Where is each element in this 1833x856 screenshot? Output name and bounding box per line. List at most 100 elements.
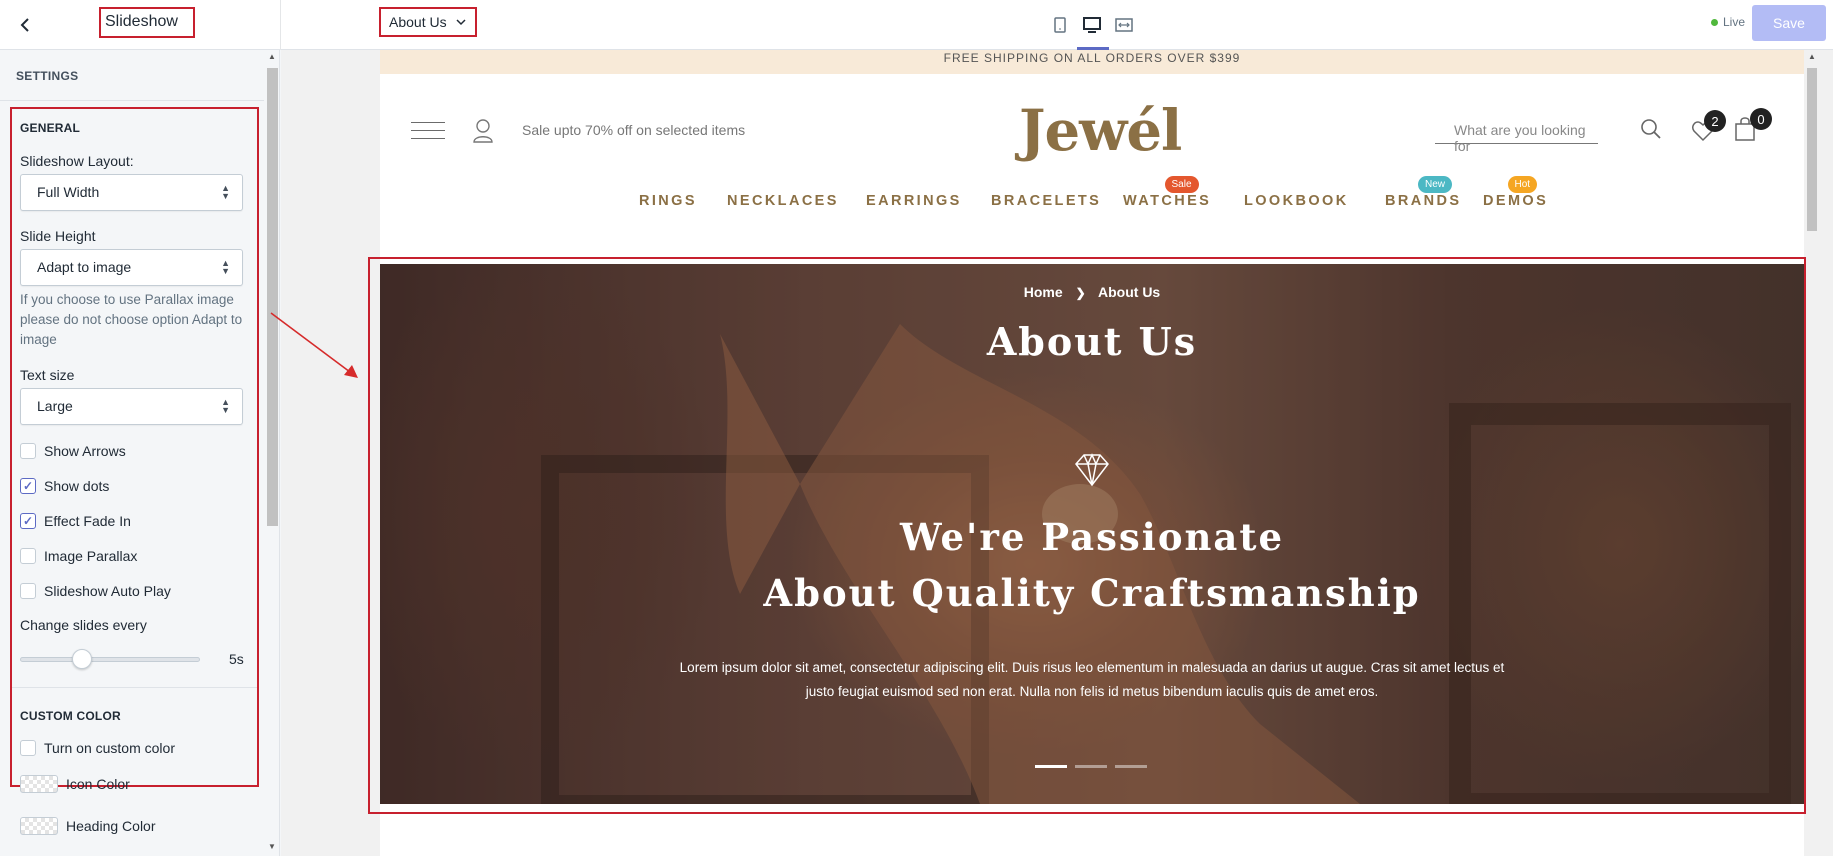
live-status: Live bbox=[1711, 15, 1745, 29]
nav-item-label: WATCHES bbox=[1123, 193, 1212, 209]
checkbox-label: Show dots bbox=[44, 478, 110, 494]
nav-item-watches[interactable]: WATCHES Sale bbox=[1123, 176, 1212, 209]
select-arrows-icon: ▲ ▼ bbox=[221, 258, 230, 276]
text-size-label: Text size bbox=[20, 367, 75, 383]
height-label: Slide Height bbox=[20, 228, 96, 244]
nav-item-label: BRANDS bbox=[1385, 193, 1462, 209]
checkbox-label: Image Parallax bbox=[44, 548, 138, 564]
scroll-thumb[interactable] bbox=[267, 68, 278, 526]
live-label: Live bbox=[1723, 15, 1746, 29]
checkbox-checked[interactable]: ✓ bbox=[20, 513, 36, 529]
divider bbox=[280, 0, 281, 50]
icon-color-picker[interactable]: Icon Color bbox=[20, 775, 130, 793]
store-logo[interactable]: Jewél bbox=[1019, 98, 1182, 164]
checkbox-row[interactable]: Slideshow Auto Play bbox=[20, 583, 171, 599]
checkbox-row[interactable]: Show Arrows bbox=[20, 443, 126, 459]
editor-topbar: Slideshow About Us Live Save bbox=[0, 0, 1833, 50]
nav-item-label: DEMOS bbox=[1483, 193, 1549, 209]
wishlist-count-badge: 2 bbox=[1704, 110, 1726, 132]
scroll-up-icon[interactable]: ▲ bbox=[268, 52, 276, 61]
settings-sidebar: SETTINGS GENERAL Slideshow Layout: Full … bbox=[0, 50, 280, 856]
general-heading: GENERAL bbox=[20, 121, 81, 135]
scroll-thumb[interactable] bbox=[1807, 68, 1817, 231]
cart-count-badge: 0 bbox=[1750, 108, 1772, 130]
slideshow-highlight bbox=[368, 257, 1806, 814]
nav-tag-badge: Hot bbox=[1507, 176, 1538, 193]
checkbox-row[interactable]: ✓ Show dots bbox=[20, 478, 109, 494]
text-size-select-value: Large bbox=[37, 398, 73, 414]
shipping-banner: FREE SHIPPING ON ALL ORDERS OVER $399 bbox=[380, 50, 1804, 74]
checkbox-label: Effect Fade In bbox=[44, 513, 131, 529]
text-size-select[interactable]: Large ▲ ▼ bbox=[20, 388, 243, 425]
annotation-arrow-icon bbox=[270, 312, 358, 378]
layout-label: Slideshow Layout: bbox=[20, 153, 134, 169]
nav-item-label: NECKLACES bbox=[727, 193, 839, 209]
height-help-text: If you choose to use Parallax image plea… bbox=[20, 292, 243, 347]
change-slides-label: Change slides every bbox=[20, 617, 147, 633]
menu-icon[interactable] bbox=[411, 122, 445, 140]
nav-item-brands[interactable]: BRANDS New bbox=[1385, 176, 1462, 209]
checkbox[interactable] bbox=[20, 583, 36, 599]
divider bbox=[0, 100, 264, 101]
nav-item-lookbook[interactable]: LOOKBOOK bbox=[1244, 193, 1349, 209]
slider-track bbox=[20, 657, 200, 662]
checkbox-label: Show Arrows bbox=[44, 443, 126, 459]
back-icon[interactable] bbox=[10, 10, 40, 40]
checkbox[interactable] bbox=[20, 443, 36, 459]
layout-select-value: Full Width bbox=[37, 184, 100, 200]
scroll-down-icon[interactable]: ▼ bbox=[268, 842, 276, 851]
nav-item-demos[interactable]: DEMOS Hot bbox=[1483, 176, 1549, 209]
section-title-highlight: Slideshow bbox=[99, 7, 195, 38]
search-icon[interactable] bbox=[1639, 117, 1663, 141]
user-icon[interactable] bbox=[472, 118, 494, 144]
checkbox-label: Slideshow Auto Play bbox=[44, 583, 171, 599]
sidebar-scrollbar[interactable]: ▲ ▼ bbox=[264, 50, 279, 856]
change-slides-value: 5s bbox=[229, 651, 244, 667]
promo-text: Sale upto 70% off on selected items bbox=[522, 122, 746, 138]
nav-item-bracelets[interactable]: BRACELETS bbox=[991, 193, 1101, 209]
section-title: Slideshow bbox=[105, 13, 178, 30]
custom-color-heading: CUSTOM COLOR bbox=[20, 709, 121, 723]
nav-item-earrings[interactable]: EARRINGS bbox=[866, 193, 962, 209]
custom-color-toggle[interactable]: Turn on custom color bbox=[20, 740, 175, 756]
checkbox[interactable] bbox=[20, 740, 36, 756]
desktop-icon[interactable] bbox=[1082, 10, 1102, 40]
nav-tag-badge: Sale bbox=[1164, 176, 1199, 193]
icon-color-label: Icon Color bbox=[66, 776, 130, 792]
preview-scrollbar[interactable]: ▲ bbox=[1804, 50, 1820, 856]
check-icon: ✓ bbox=[22, 479, 34, 493]
checkbox-checked[interactable]: ✓ bbox=[20, 478, 36, 494]
save-button[interactable]: Save bbox=[1752, 5, 1826, 41]
heading-color-picker[interactable]: Heading Color bbox=[20, 817, 156, 835]
height-select[interactable]: Adapt to image ▲ ▼ bbox=[20, 249, 243, 286]
slider-handle[interactable] bbox=[72, 649, 92, 669]
mobile-icon[interactable] bbox=[1050, 10, 1070, 40]
scroll-up-icon[interactable]: ▲ bbox=[1808, 52, 1816, 61]
fullscreen-icon[interactable] bbox=[1114, 10, 1134, 40]
heading-color-label: Heading Color bbox=[66, 818, 156, 834]
chevron-down-icon bbox=[456, 15, 466, 29]
change-slides-slider[interactable] bbox=[20, 649, 200, 669]
nav-item-label: EARRINGS bbox=[866, 193, 962, 209]
nav-item-necklaces[interactable]: NECKLACES bbox=[727, 193, 839, 209]
nav-item-label: BRACELETS bbox=[991, 193, 1102, 209]
divider bbox=[12, 687, 257, 688]
checkbox-label: Turn on custom color bbox=[44, 740, 175, 756]
select-arrows-icon: ▲ ▼ bbox=[221, 397, 230, 415]
check-icon: ✓ bbox=[22, 514, 34, 528]
checkbox-row[interactable]: Image Parallax bbox=[20, 548, 137, 564]
checkbox[interactable] bbox=[20, 548, 36, 564]
nav-item-label: LOOKBOOK bbox=[1244, 193, 1349, 209]
nav-item-rings[interactable]: RINGS bbox=[639, 193, 697, 209]
page-select[interactable]: About Us bbox=[379, 7, 477, 37]
color-swatch[interactable] bbox=[20, 775, 58, 793]
page-select-value: About Us bbox=[389, 14, 447, 30]
nav-tag-badge: New bbox=[1418, 176, 1453, 193]
layout-select[interactable]: Full Width ▲ ▼ bbox=[20, 174, 243, 211]
height-select-value: Adapt to image bbox=[37, 259, 132, 275]
checkbox-row[interactable]: ✓ Effect Fade In bbox=[20, 513, 131, 529]
search-input[interactable]: What are you looking for bbox=[1435, 122, 1598, 154]
device-switcher bbox=[1050, 10, 1140, 40]
nav-item-label: RINGS bbox=[639, 193, 697, 209]
color-swatch[interactable] bbox=[20, 817, 58, 835]
